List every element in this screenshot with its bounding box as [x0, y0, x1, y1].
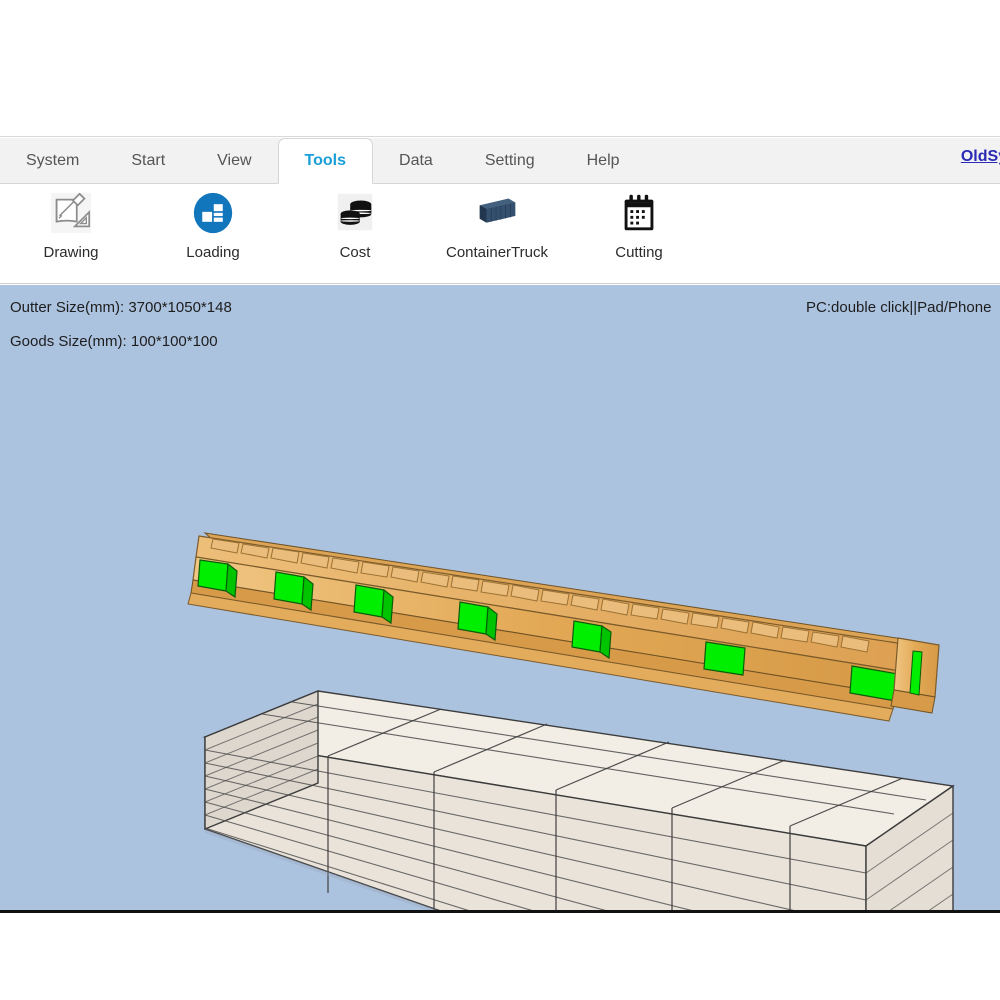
window-bottom-blank-area	[0, 916, 1000, 1000]
drawing-blueprint-pencil-icon	[48, 190, 94, 236]
three-d-viewport[interactable]: Outter Size(mm): 3700*1050*148 Goods Siz…	[0, 285, 1000, 913]
tab-tools[interactable]: Tools	[277, 138, 374, 184]
ribbon-button-loading-label: Loading	[186, 244, 240, 261]
old-system-link[interactable]: OldSys	[961, 148, 1000, 166]
ribbon-button-cutting-label: Cutting	[615, 244, 663, 261]
ribbon-tabstrip: System Start View Tools Data Setting Hel…	[0, 138, 1000, 184]
ribbon-button-drawing[interactable]: Drawing	[0, 190, 142, 278]
tab-view[interactable]: View	[191, 139, 277, 183]
window-top-blank-area	[0, 0, 1000, 137]
ribbon-button-drawing-label: Drawing	[43, 244, 99, 261]
cost-coins-stack-icon	[332, 190, 378, 236]
tab-help[interactable]: Help	[561, 139, 646, 183]
ribbon-toolbar: Drawing Loading Cost ContainerTruck Cutt…	[0, 184, 1000, 284]
ribbon-button-containertruck[interactable]: ContainerTruck	[426, 190, 568, 278]
ribbon-button-containertruck-label: ContainerTruck	[446, 244, 548, 261]
pallet-load-3d-model[interactable]	[0, 285, 1000, 910]
tab-setting[interactable]: Setting	[459, 139, 561, 183]
ribbon-button-cutting[interactable]: Cutting	[568, 190, 710, 278]
ribbon-button-cost-label: Cost	[339, 244, 371, 261]
loading-pallet-circle-icon	[190, 190, 236, 236]
tab-system[interactable]: System	[0, 139, 105, 183]
tab-start[interactable]: Start	[105, 139, 191, 183]
ribbon-button-cost[interactable]: Cost	[284, 190, 426, 278]
application-window: System Start View Tools Data Setting Hel…	[0, 0, 1000, 1000]
cutting-calendar-grid-icon	[616, 190, 662, 236]
shipping-container-icon	[474, 190, 520, 236]
ribbon-button-loading[interactable]: Loading	[142, 190, 284, 278]
tab-data[interactable]: Data	[373, 139, 459, 183]
old-system-link-container: OldSys	[880, 138, 1000, 184]
